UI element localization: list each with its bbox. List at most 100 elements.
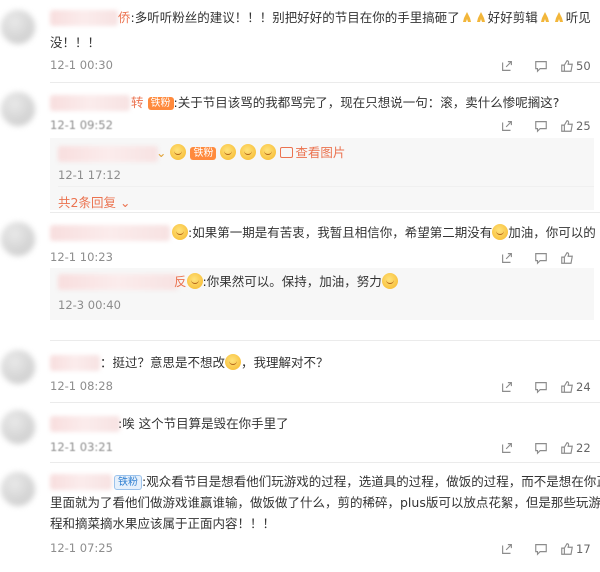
like-count: 25 bbox=[576, 119, 591, 133]
fan-badge: 铁粉 bbox=[114, 475, 142, 490]
like-icon bbox=[560, 59, 574, 73]
fan-badge: 铁粉 bbox=[190, 147, 217, 160]
comment-time: 12-1 03:21 bbox=[50, 440, 113, 454]
reply-text: 反:你果然可以。保持，加油，努力 bbox=[174, 273, 398, 291]
reply-button[interactable] bbox=[524, 438, 558, 458]
smile-emoji-icon bbox=[186, 273, 203, 289]
comment-actions: 25 bbox=[490, 116, 596, 136]
comment-text: :如果第一期是有苦衷，我暂且相信你，希望第二期没有 加油，你可以的 bbox=[172, 224, 596, 242]
comment-text: 铁粉:观众看节目是想看他们玩游戏的过程，选道具的过程，做饭的过程，而不是想在你正… bbox=[114, 473, 600, 491]
reply-list: ⌄ 铁粉 查看图片 12-1 17:12 共2条回复 ⌄ bbox=[50, 138, 594, 210]
more-replies-link[interactable]: 共2条回复 ⌄ bbox=[58, 192, 130, 211]
avatar[interactable] bbox=[1, 472, 35, 506]
comment-time: 12-1 10:23 bbox=[50, 250, 113, 264]
reply-button[interactable] bbox=[524, 248, 558, 268]
reply-button[interactable] bbox=[524, 116, 558, 136]
sweat-emoji-icon bbox=[225, 354, 242, 370]
laugh-emoji-icon bbox=[220, 144, 237, 160]
smile-emoji-icon bbox=[170, 144, 187, 160]
like-icon bbox=[560, 542, 574, 556]
comment-time: 12-1 07:25 bbox=[50, 541, 113, 555]
divider bbox=[58, 186, 594, 187]
laugh-emoji-icon bbox=[260, 144, 277, 160]
reply-time: 12-1 17:12 bbox=[58, 168, 121, 182]
like-button[interactable]: 17 bbox=[558, 539, 596, 559]
comment-actions: 24 bbox=[490, 377, 596, 397]
username[interactable] bbox=[50, 95, 130, 111]
avatar[interactable] bbox=[1, 410, 35, 444]
avatar[interactable] bbox=[1, 350, 35, 384]
comment-actions: 17 bbox=[490, 539, 596, 559]
image-icon bbox=[280, 147, 294, 158]
like-button[interactable]: 25 bbox=[558, 116, 596, 136]
like-icon bbox=[560, 441, 574, 455]
comment-text: 侨:多听听粉丝的建议！！！别把好好的节目在你的手里搞砸了 好好剪辑 听见 bbox=[118, 10, 591, 25]
username[interactable] bbox=[50, 355, 100, 371]
like-button[interactable]: 24 bbox=[558, 377, 596, 397]
comment-text-line2: 里面就为了看他们做游戏谁赢谁输，做饭做了什么，剪的稀碎，plus版可以放点花絮，… bbox=[50, 495, 600, 510]
reply-button[interactable] bbox=[524, 377, 558, 397]
comment-time: 12-1 00:30 bbox=[50, 58, 113, 72]
comment-actions bbox=[490, 248, 596, 268]
fan-badge: 铁粉 bbox=[147, 97, 174, 110]
username-tail[interactable]: 转 bbox=[131, 95, 144, 110]
laugh-emoji-icon bbox=[240, 144, 257, 160]
username[interactable] bbox=[50, 416, 120, 432]
blush-emoji-icon bbox=[381, 273, 398, 289]
comment-text: ：挺过？意思是不想改 ，我理解对不？ bbox=[100, 354, 329, 370]
comment-text-line3: 程和摘菜摘水果应该属于正面内容！！！ bbox=[50, 516, 276, 531]
username[interactable] bbox=[50, 474, 112, 490]
avatar[interactable] bbox=[1, 92, 35, 126]
divider bbox=[50, 340, 600, 341]
comment-text: :唉 这个节目算是毁在你手里了 bbox=[118, 416, 289, 431]
divider bbox=[50, 212, 600, 213]
like-icon bbox=[560, 119, 574, 133]
chevron-down-icon: ⌄ bbox=[119, 195, 131, 210]
divider bbox=[50, 462, 600, 463]
reply-button[interactable] bbox=[524, 56, 558, 76]
username-tail[interactable]: 侨 bbox=[118, 10, 131, 25]
like-icon bbox=[560, 251, 574, 265]
comment-time: 12-1 09:52 bbox=[50, 118, 113, 132]
share-button[interactable] bbox=[490, 116, 524, 136]
pray-emoji-icon bbox=[554, 12, 563, 22]
pray-emoji-icon bbox=[462, 12, 471, 22]
like-count: 50 bbox=[576, 59, 591, 73]
like-count: 17 bbox=[576, 542, 591, 556]
reply-username[interactable] bbox=[58, 274, 178, 290]
avatar[interactable] bbox=[1, 10, 35, 44]
like-count: 22 bbox=[576, 441, 591, 455]
username-tail[interactable]: 反 bbox=[174, 274, 187, 289]
like-button[interactable]: 50 bbox=[558, 56, 596, 76]
reply-button[interactable] bbox=[524, 539, 558, 559]
blush-emoji-icon bbox=[492, 224, 509, 240]
pray-emoji-icon bbox=[476, 12, 485, 22]
comment-actions: 22 bbox=[490, 438, 596, 458]
comment-time: 12-1 08:28 bbox=[50, 379, 113, 393]
share-button[interactable] bbox=[490, 438, 524, 458]
like-button[interactable] bbox=[558, 248, 596, 268]
divider bbox=[50, 402, 600, 403]
username[interactable] bbox=[50, 10, 118, 26]
divider bbox=[50, 82, 600, 83]
like-button[interactable]: 22 bbox=[558, 438, 596, 458]
like-count: 24 bbox=[576, 380, 591, 394]
username[interactable] bbox=[50, 225, 170, 241]
avatar[interactable] bbox=[1, 222, 35, 256]
comment-actions: 50 bbox=[490, 56, 596, 76]
share-button[interactable] bbox=[490, 56, 524, 76]
comment-text: 转 铁粉:关于节目该骂的我都骂完了，现在只想说一句：滚，卖什么惨呢搁这? bbox=[131, 95, 560, 110]
chevron-down-icon: ⌄ bbox=[156, 145, 167, 160]
reply-username[interactable] bbox=[58, 146, 158, 162]
reply-time: 12-3 00:40 bbox=[58, 298, 121, 312]
share-button[interactable] bbox=[490, 248, 524, 268]
view-image-link[interactable]: 查看图片 bbox=[280, 145, 345, 160]
share-button[interactable] bbox=[490, 539, 524, 559]
share-button[interactable] bbox=[490, 377, 524, 397]
like-icon bbox=[560, 380, 574, 394]
smile-emoji-icon bbox=[172, 224, 188, 240]
reply-list: 反:你果然可以。保持，加油，努力 12-3 00:40 bbox=[50, 268, 594, 320]
pray-emoji-icon bbox=[540, 12, 549, 22]
comment-text-line2: 没！！！ bbox=[50, 35, 101, 50]
reply-text: ⌄ 铁粉 查看图片 bbox=[156, 144, 345, 162]
